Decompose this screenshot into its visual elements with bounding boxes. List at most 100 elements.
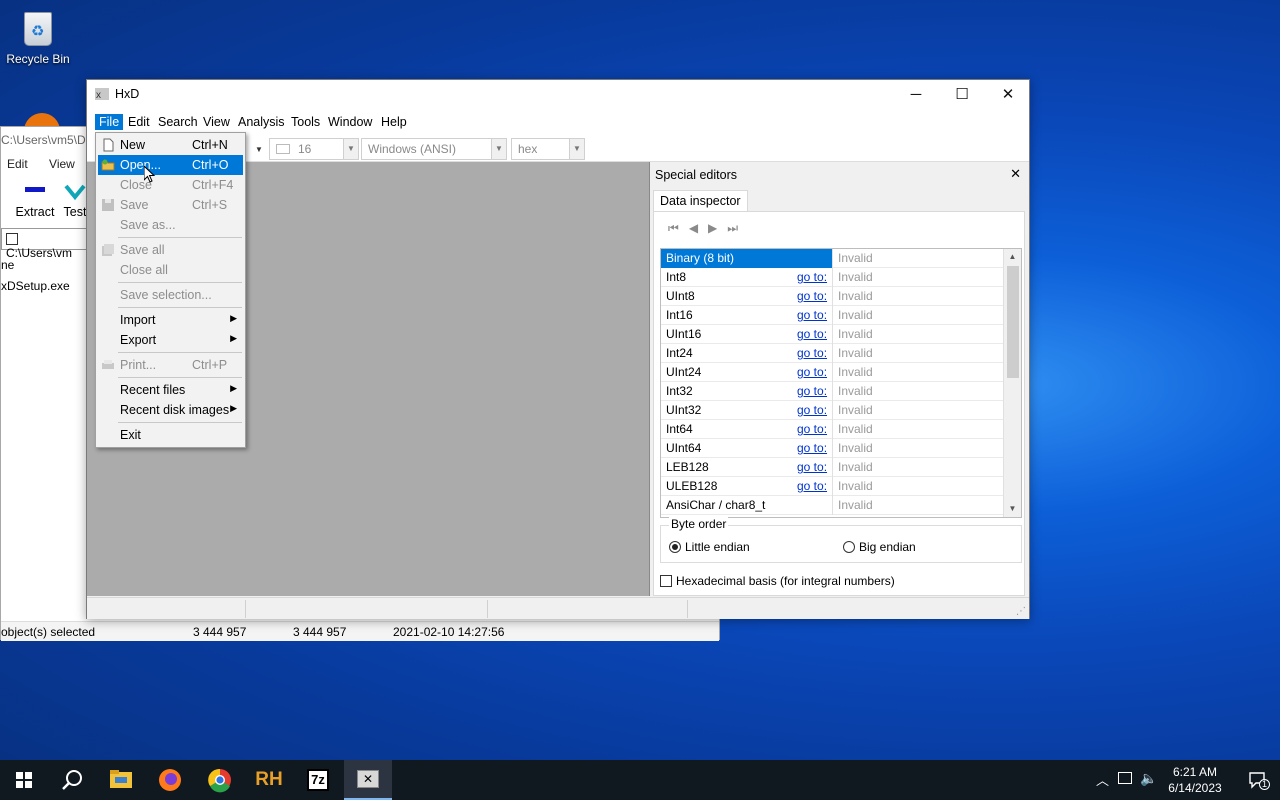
clock-date: 6/14/2023 [1168,781,1222,795]
menu-help[interactable]: Help [377,114,411,130]
bg-path-box[interactable]: C:\Users\vm [1,228,91,260]
chrome-icon [208,768,231,793]
goto-link[interactable]: go to: [797,346,827,360]
status-size: 3 444 957 [193,625,247,639]
goto-link[interactable]: go to: [797,308,827,322]
list-item[interactable]: ne [1,258,14,272]
menu-item-recent-disk-images[interactable]: Recent disk images ▶ [98,400,243,420]
goto-link[interactable]: go to: [797,403,827,417]
scroll-thumb[interactable] [1007,266,1019,378]
menu-file[interactable]: File [95,114,124,130]
toolbar-dropdown-arrow[interactable]: ▼ [249,138,263,160]
prev-icon[interactable]: ◀ [689,221,708,235]
chrome-button[interactable] [196,760,244,800]
network-icon[interactable] [1118,772,1132,784]
menu-item-recent-files[interactable]: Recent files ▶ [98,380,243,400]
menu-item-save-as[interactable]: Save as... [98,215,243,235]
menu-view[interactable]: View [199,114,234,130]
rh-button[interactable]: RH [245,760,293,800]
goto-link[interactable]: go to: [797,384,827,398]
menu-item-open[interactable]: Open... Ctrl+O [98,155,243,175]
goto-link[interactable]: go to: [797,270,827,284]
menu-analysis[interactable]: Analysis [234,114,289,130]
menu-item-save-selection[interactable]: Save selection... [98,285,243,305]
table-row[interactable]: AnsiChar / char8_t Invalid [661,496,1003,515]
last-icon[interactable]: ⏭ [727,221,748,235]
firefox-button[interactable] [146,760,194,800]
chevron-down-icon: ▼ [569,139,584,159]
clock[interactable]: 6:21 AM 6/14/2023 [1160,764,1230,796]
table-row[interactable]: ULEB128 go to: Invalid [661,477,1003,496]
table-row[interactable]: Int8 go to: Invalid [661,268,1003,287]
table-row[interactable]: UInt64 go to: Invalid [661,439,1003,458]
menu-item-exit[interactable]: Exit [98,425,243,445]
menu-edit[interactable]: Edit [124,114,154,130]
maximize-button[interactable]: ☐ [939,80,985,110]
goto-link[interactable]: go to: [797,460,827,474]
mouse-cursor-icon [144,166,156,183]
scroll-down-icon[interactable]: ▼ [1004,501,1021,517]
close-panel-icon[interactable]: ✕ [1010,166,1021,182]
goto-link[interactable]: go to: [797,365,827,379]
scroll-up-icon[interactable]: ▲ [1004,249,1021,265]
bg-window-title-path: C:\Users\vm5\De [1,133,93,147]
table-row[interactable]: Int32 go to: Invalid [661,382,1003,401]
hex-basis-checkbox[interactable]: Hexadecimal basis (for integral numbers) [660,574,895,588]
menu-item-new[interactable]: New Ctrl+N [98,135,243,155]
bg-menu-edit[interactable]: Edit [7,157,28,171]
search-button[interactable] [48,760,96,800]
goto-link[interactable]: go to: [797,327,827,341]
byte-order-group: Byte order Little endian Big endian [660,517,1022,563]
hxd-taskbar-button[interactable]: ✕ [344,760,392,800]
radio-selected-icon [669,541,681,553]
notification-center-icon[interactable]: 1 [1248,770,1270,790]
bytes-per-row-select[interactable]: 16 ▼ [269,138,359,160]
menu-search[interactable]: Search [154,114,202,130]
menu-tools[interactable]: Tools [287,114,324,130]
offset-base-select[interactable]: hex ▼ [511,138,585,160]
search-icon [62,770,82,790]
goto-link[interactable]: go to: [797,441,827,455]
resize-grip-icon[interactable]: ⋰ [1016,606,1026,617]
menu-item-save[interactable]: Save Ctrl+S [98,195,243,215]
goto-link[interactable]: go to: [797,422,827,436]
table-row[interactable]: Int16 go to: Invalid [661,306,1003,325]
save-all-icon [102,244,114,256]
volume-muted-icon[interactable]: 🔈 [1140,770,1157,787]
menu-window[interactable]: Window [324,114,376,130]
table-row[interactable]: UInt16 go to: Invalid [661,325,1003,344]
table-row[interactable]: LEB128 go to: Invalid [661,458,1003,477]
menu-item-print[interactable]: Print... Ctrl+P [98,355,243,375]
table-row[interactable]: Binary (8 bit) Invalid [661,249,1003,268]
next-icon[interactable]: ▶ [708,221,727,235]
data-inspector-body: ⏮◀▶⏭ Binary (8 bit) Invalid Int8 go to: Inv… [653,211,1025,596]
inspector-scrollbar[interactable]: ▲ ▼ [1003,249,1021,517]
table-row[interactable]: UInt24 go to: Invalid [661,363,1003,382]
little-endian-radio[interactable]: Little endian [669,540,750,554]
bg-menu-view[interactable]: View [49,157,75,171]
menu-item-close[interactable]: Close Ctrl+F4 [98,175,243,195]
goto-link[interactable]: go to: [797,289,827,303]
goto-link[interactable]: go to: [797,479,827,493]
menu-item-close-all[interactable]: Close all [98,260,243,280]
charset-select[interactable]: Windows (ANSI) ▼ [361,138,507,160]
tab-data-inspector[interactable]: Data inspector [653,190,748,212]
list-item[interactable]: xDSetup.exe [1,279,70,293]
table-row[interactable]: UInt8 go to: Invalid [661,287,1003,306]
recycle-bin[interactable]: ♻ Recycle Bin [4,6,72,66]
7zip-button[interactable]: 7z [294,760,342,800]
title-bar[interactable]: x HxD ─ ☐ ✕ [87,80,1029,110]
start-button[interactable] [0,760,48,800]
table-row[interactable]: UInt32 go to: Invalid [661,401,1003,420]
menu-item-save-all[interactable]: Save all [98,240,243,260]
chevron-up-icon[interactable]: ︿ [1096,770,1109,789]
table-row[interactable]: Int24 go to: Invalid [661,344,1003,363]
table-row[interactable]: Int64 go to: Invalid [661,420,1003,439]
first-icon[interactable]: ⏮ [668,221,689,235]
minimize-button[interactable]: ─ [893,80,939,110]
big-endian-radio[interactable]: Big endian [843,540,916,554]
close-button[interactable]: ✕ [985,80,1031,110]
menu-item-import[interactable]: Import ▶ [98,310,243,330]
menu-item-export[interactable]: Export ▶ [98,330,243,350]
file-explorer-button[interactable] [97,760,145,800]
